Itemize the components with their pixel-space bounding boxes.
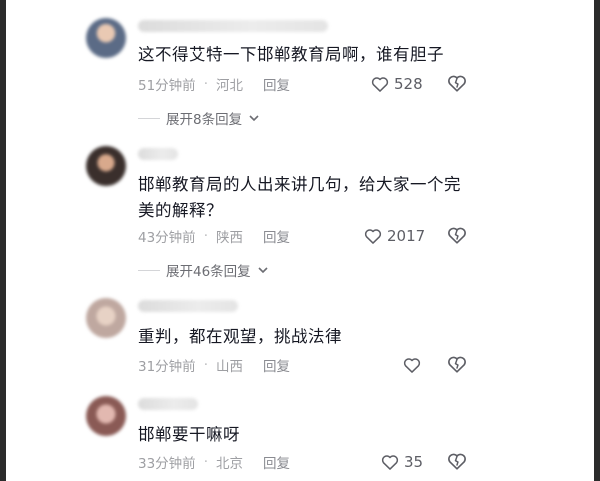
avatar[interactable] <box>86 298 126 338</box>
divider-line <box>138 269 160 271</box>
comment-time: 51分钟前 <box>138 78 196 94</box>
heart-outline-icon <box>381 455 399 470</box>
chevron-down-icon <box>258 267 268 274</box>
comment-text: 重判，都在观望，挑战法律 <box>138 327 342 346</box>
expand-replies-label: 展开8条回复 <box>166 112 243 128</box>
like-count: 2017 <box>387 227 426 245</box>
heart-outline-icon <box>364 229 382 244</box>
like-button[interactable]: 35 <box>380 451 423 473</box>
avatar[interactable] <box>86 396 126 436</box>
broken-heart-icon[interactable] <box>446 450 468 472</box>
expand-replies-label: 展开46条回复 <box>166 264 251 280</box>
username-blurred[interactable] <box>138 20 328 32</box>
username-blurred[interactable] <box>138 300 238 312</box>
like-count: 528 <box>394 75 423 93</box>
comment-meta: 31分钟前 · 山西 回复 <box>138 355 290 375</box>
comment-location: 陕西 <box>215 230 243 246</box>
comment-meta: 51分钟前 · 河北 回复 <box>138 74 290 94</box>
reply-button[interactable]: 回复 <box>263 226 290 246</box>
comment-location: 山西 <box>215 359 243 375</box>
expand-replies-button[interactable]: 展开8条回复 <box>138 108 260 128</box>
comment-location: 北京 <box>215 456 243 472</box>
comment-meta: 33分钟前 · 北京 回复 <box>138 452 290 472</box>
comment-meta: 43分钟前 · 陕西 回复 <box>138 226 290 246</box>
username-blurred[interactable] <box>138 148 178 160</box>
left-window-edge <box>0 0 6 481</box>
comment-text: 邯郸要干嘛呀 <box>138 425 240 444</box>
meta-separator: · <box>203 454 208 470</box>
comment-location: 河北 <box>215 78 243 94</box>
divider-line <box>138 117 160 119</box>
reply-button[interactable]: 回复 <box>263 452 290 472</box>
heart-outline-icon <box>371 77 389 92</box>
comment-text: 这不得艾特一下邯郸教育局啊，谁有胆子 <box>138 45 444 64</box>
meta-separator: · <box>203 228 208 244</box>
broken-heart-icon[interactable] <box>446 353 468 375</box>
expand-replies-button[interactable]: 展开46条回复 <box>138 260 269 280</box>
right-window-edge <box>594 0 600 481</box>
avatar[interactable] <box>86 18 126 58</box>
comment-text: 邯郸教育局的人出来讲几句，给大家一个完美的解释？ <box>138 175 461 220</box>
comment-time: 31分钟前 <box>138 359 196 375</box>
comment-time: 33分钟前 <box>138 456 196 472</box>
broken-heart-icon[interactable] <box>446 72 468 94</box>
chevron-down-icon <box>249 115 259 122</box>
heart-outline-icon <box>403 358 421 373</box>
meta-separator: · <box>203 76 208 92</box>
comment-time: 43分钟前 <box>138 230 196 246</box>
reply-button[interactable]: 回复 <box>263 74 290 94</box>
avatar[interactable] <box>86 146 126 186</box>
meta-separator: · <box>203 357 208 373</box>
reply-button[interactable]: 回复 <box>263 355 290 375</box>
like-button[interactable]: 2017 <box>363 225 425 247</box>
like-button[interactable]: 528 <box>370 73 423 95</box>
username-blurred[interactable] <box>138 398 198 410</box>
like-button[interactable] <box>402 354 426 376</box>
broken-heart-icon[interactable] <box>446 224 468 246</box>
like-count: 35 <box>404 453 424 471</box>
